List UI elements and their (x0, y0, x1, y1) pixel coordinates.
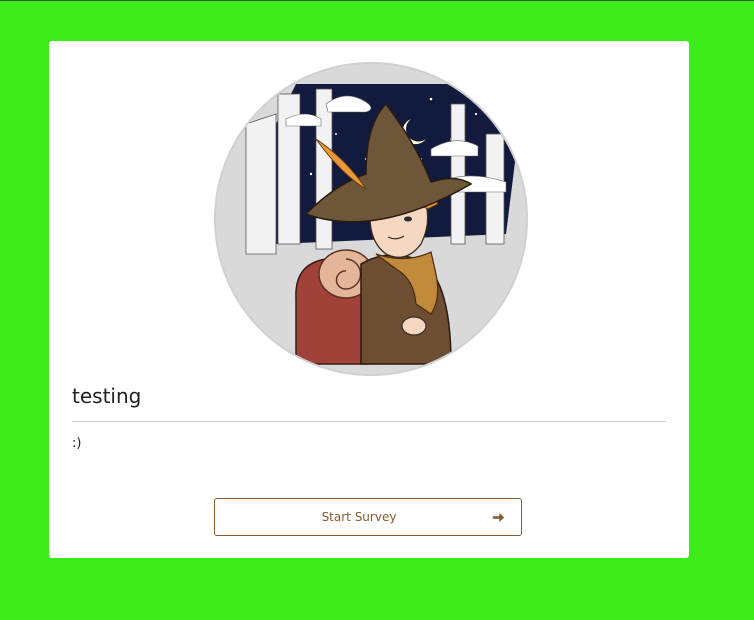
survey-description: :) (72, 436, 82, 451)
survey-title: testing (72, 384, 142, 408)
title-divider (72, 421, 666, 422)
start-survey-button[interactable]: Start Survey (214, 498, 522, 536)
survey-cover-image (214, 62, 528, 376)
arrow-right-icon (492, 513, 505, 522)
top-border (0, 0, 754, 1)
survey-card: testing :) Start Survey (49, 41, 689, 558)
start-survey-label: Start Survey (321, 510, 397, 524)
